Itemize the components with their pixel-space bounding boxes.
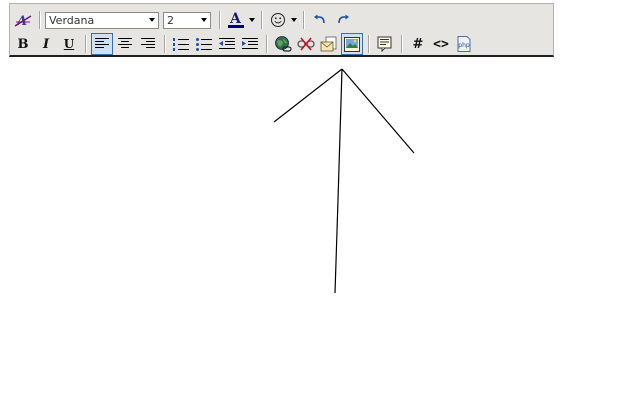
arrow-head-right [341,68,415,154]
arrow-shaft [334,68,343,294]
arrow-head-left [273,68,343,123]
hand-drawn-arrow [273,68,415,294]
